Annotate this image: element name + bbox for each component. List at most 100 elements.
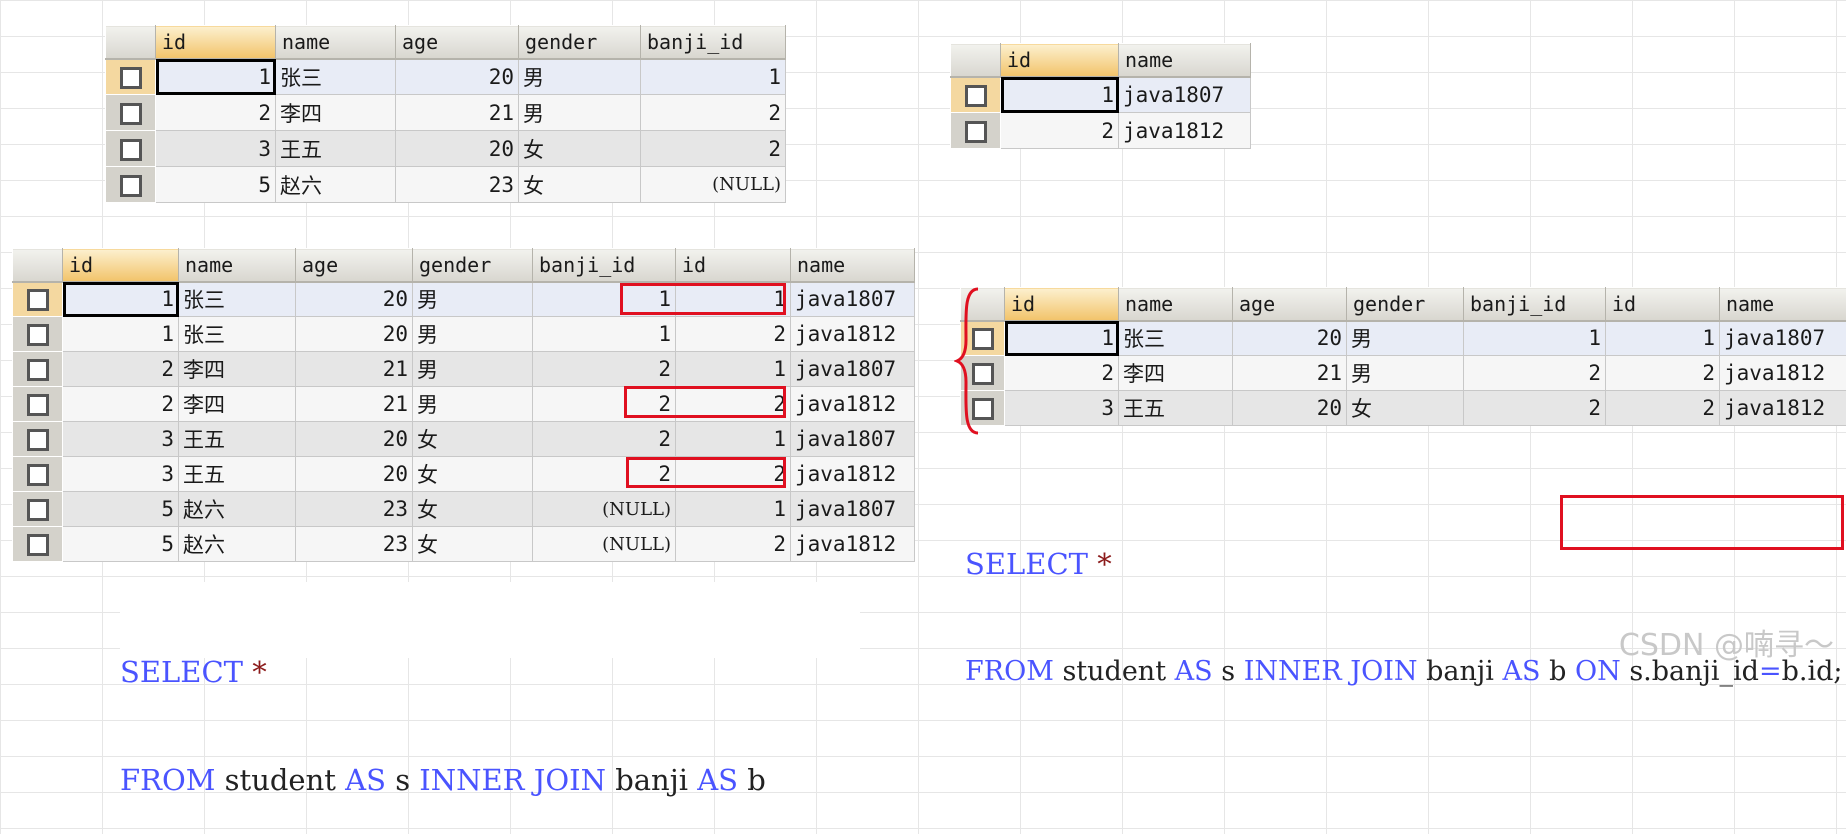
cell-age[interactable]: 21	[396, 95, 519, 131]
cell-id[interactable]: 3	[63, 422, 179, 457]
column-header-id[interactable]: id	[156, 26, 276, 59]
cell-banji-id[interactable]: 2	[641, 131, 786, 167]
row-selector[interactable]	[13, 527, 63, 562]
checkbox-icon[interactable]	[27, 394, 49, 416]
cell-name[interactable]: 李四	[276, 95, 396, 131]
table-row[interactable]: 2 李四 21 男 2 2 java1812	[961, 356, 1846, 391]
cell-age[interactable]: 21	[296, 387, 413, 422]
cell-age[interactable]: 23	[296, 492, 413, 527]
column-header-age[interactable]: age	[396, 26, 519, 59]
cell-b-name[interactable]: java1807	[791, 282, 915, 317]
cell-gender[interactable]: 女	[519, 131, 641, 167]
cell-name[interactable]: 李四	[179, 387, 296, 422]
table-row[interactable]: 5 赵六 23 女 (NULL) 1 java1807	[13, 492, 915, 527]
cell-id[interactable]: 2	[1001, 113, 1119, 149]
cell-b-id[interactable]: 2	[676, 317, 791, 352]
cell-gender[interactable]: 男	[413, 352, 533, 387]
cell-b-name[interactable]: java1812	[791, 387, 915, 422]
cell-id[interactable]: 1	[156, 59, 276, 95]
cell-gender[interactable]: 男	[413, 282, 533, 317]
cell-b-id[interactable]: 2	[1606, 391, 1720, 426]
table-row[interactable]: 1 java1807	[951, 77, 1251, 113]
cell-banji-id[interactable]: 1	[1464, 321, 1606, 356]
cell-banji-id[interactable]: (NULL)	[533, 492, 676, 527]
column-header-gender[interactable]: gender	[413, 249, 533, 282]
checkbox-icon[interactable]	[965, 121, 987, 143]
cell-b-name[interactable]: java1807	[1720, 321, 1846, 356]
cell-age[interactable]: 20	[1233, 321, 1347, 356]
checkbox-icon[interactable]	[965, 85, 987, 107]
cell-b-name[interactable]: java1807	[791, 422, 915, 457]
table-row[interactable]: 3 王五 20 女 2 2 java1812	[961, 391, 1846, 426]
table-row[interactable]: 5 赵六 23 女 (NULL) 2 java1812	[13, 527, 915, 562]
checkbox-icon[interactable]	[120, 67, 142, 89]
cell-b-id[interactable]: 1	[1606, 321, 1720, 356]
row-selector[interactable]	[106, 95, 156, 131]
column-header-banji-id[interactable]: banji_id	[1464, 288, 1606, 321]
column-header-b-name[interactable]: name	[791, 249, 915, 282]
cell-name[interactable]: 王五	[179, 422, 296, 457]
cell-gender[interactable]: 女	[413, 527, 533, 562]
cell-banji-id[interactable]: 2	[1464, 356, 1606, 391]
row-selector[interactable]	[13, 282, 63, 317]
checkbox-icon[interactable]	[120, 103, 142, 125]
table-row[interactable]: 1 张三 20 男 1 1 java1807	[961, 321, 1846, 356]
cell-age[interactable]: 20	[296, 457, 413, 492]
cell-name[interactable]: 张三	[276, 59, 396, 95]
row-selector[interactable]	[951, 113, 1001, 149]
column-header-name[interactable]: name	[276, 26, 396, 59]
cell-id[interactable]: 5	[156, 167, 276, 203]
corner-cell[interactable]	[951, 44, 1001, 77]
corner-cell[interactable]	[106, 26, 156, 59]
column-header-id[interactable]: id	[1005, 288, 1119, 321]
cell-b-id[interactable]: 2	[1606, 356, 1720, 391]
cell-id[interactable]: 2	[63, 387, 179, 422]
cell-b-id[interactable]: 2	[676, 527, 791, 562]
cell-banji-id[interactable]: 2	[533, 422, 676, 457]
cell-name[interactable]: 张三	[179, 317, 296, 352]
column-header-age[interactable]: age	[296, 249, 413, 282]
row-selector[interactable]	[106, 59, 156, 95]
cell-id[interactable]: 3	[1005, 391, 1119, 426]
column-header-name[interactable]: name	[1119, 44, 1251, 77]
cell-gender[interactable]: 女	[413, 422, 533, 457]
cell-gender[interactable]: 男	[413, 317, 533, 352]
cell-age[interactable]: 20	[296, 317, 413, 352]
cell-name[interactable]: java1812	[1119, 113, 1251, 149]
column-header-b-id[interactable]: id	[676, 249, 791, 282]
table-row[interactable]: 2 李四 21 男 2 1 java1807	[13, 352, 915, 387]
cell-b-name[interactable]: java1812	[1720, 356, 1846, 391]
cell-age[interactable]: 20	[1233, 391, 1347, 426]
cell-gender[interactable]: 男	[413, 387, 533, 422]
cell-age[interactable]: 21	[1233, 356, 1347, 391]
cell-id[interactable]: 1	[1001, 77, 1119, 113]
cell-id[interactable]: 1	[1005, 321, 1119, 356]
row-selector[interactable]	[13, 422, 63, 457]
cell-name[interactable]: 王五	[1119, 391, 1233, 426]
cell-age[interactable]: 23	[296, 527, 413, 562]
table-row[interactable]: 1 张三 20 男 1 2 java1812	[13, 317, 915, 352]
cell-gender[interactable]: 女	[1347, 391, 1464, 426]
cell-name[interactable]: 张三	[179, 282, 296, 317]
table-row[interactable]: 2 李四 21 男 2	[106, 95, 786, 131]
cell-age[interactable]: 20	[296, 422, 413, 457]
checkbox-icon[interactable]	[27, 324, 49, 346]
cell-gender[interactable]: 男	[519, 95, 641, 131]
checkbox-icon[interactable]	[27, 429, 49, 451]
cell-banji-id[interactable]: 2	[1464, 391, 1606, 426]
cell-id[interactable]: 2	[156, 95, 276, 131]
cell-gender[interactable]: 女	[413, 492, 533, 527]
column-header-banji-id[interactable]: banji_id	[533, 249, 676, 282]
checkbox-icon[interactable]	[120, 139, 142, 161]
cell-name[interactable]: 王五	[276, 131, 396, 167]
cell-banji-id[interactable]: (NULL)	[641, 167, 786, 203]
checkbox-icon[interactable]	[27, 499, 49, 521]
cell-gender[interactable]: 男	[1347, 321, 1464, 356]
checkbox-icon[interactable]	[27, 289, 49, 311]
cell-age[interactable]: 20	[296, 282, 413, 317]
cell-b-name[interactable]: java1812	[791, 317, 915, 352]
column-header-gender[interactable]: gender	[1347, 288, 1464, 321]
cell-b-name[interactable]: java1812	[791, 527, 915, 562]
cell-id[interactable]: 2	[63, 352, 179, 387]
row-selector[interactable]	[13, 352, 63, 387]
